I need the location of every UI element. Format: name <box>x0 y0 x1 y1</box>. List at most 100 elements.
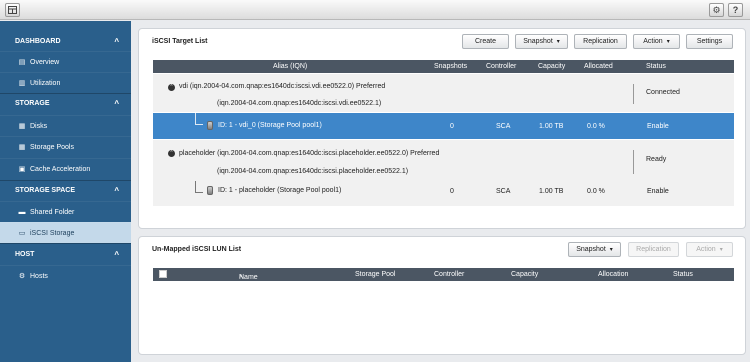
sidebar-item-label: Shared Folder <box>30 209 75 216</box>
lun-controller: SCA <box>496 123 511 130</box>
sidebar-item-iscsi-storage[interactable]: ▭ iSCSI Storage <box>0 222 131 243</box>
target-row[interactable]: ⌃ vdi (iqn.2004-04.com.qnap:es1640dc:isc… <box>153 74 734 112</box>
section-dashboard[interactable]: DASHBOARD ^ <box>0 33 131 51</box>
col-storage-pool[interactable]: Storage Pool <box>355 271 395 278</box>
lun-controller: SCA <box>496 188 511 195</box>
status-divider <box>633 150 634 174</box>
target-alias: placeholder (iqn.2004-04.com.qnap:es1640… <box>179 150 440 157</box>
target-alias: vdi (iqn.2004-04.com.qnap:es1640dc:iscsi… <box>179 83 386 90</box>
sidebar-item-label: Disks <box>30 123 48 130</box>
section-host[interactable]: HOST ^ <box>0 246 131 264</box>
settings-button[interactable]: Settings <box>686 34 733 49</box>
pools-icon: ▦ <box>18 144 26 151</box>
section-label: STORAGE <box>15 100 50 107</box>
disk-icon <box>207 186 213 195</box>
lun-snapshots: 0 <box>450 123 454 130</box>
lun-status: Enable <box>647 123 669 130</box>
divider <box>0 180 131 181</box>
lun-id: ID: 1 - vdi_0 (Storage Pool pool1) <box>218 122 322 129</box>
chevron-up-icon[interactable]: ^ <box>114 33 119 51</box>
chevron-down-icon: ▾ <box>719 247 723 253</box>
col-status[interactable]: Status <box>673 271 693 278</box>
sidebar: DASHBOARD ^ ▤ Overview ▥ Utilization STORAG… <box>0 21 131 362</box>
lun-allocated: 0.0 % <box>587 188 605 195</box>
lun-snapshots: 0 <box>450 188 454 195</box>
sidebar-item-storage-pools[interactable]: ▦ Storage Pools <box>0 136 131 157</box>
tree-connector <box>195 113 203 125</box>
target-iqn-secondary: (iqn.2004-04.com.qnap:es1640dc:iscsi.vdi… <box>217 100 382 107</box>
col-allocation[interactable]: Allocation <box>598 271 628 278</box>
sidebar-item-label: Overview <box>30 59 60 66</box>
target-iqn-secondary: (iqn.2004-04.com.qnap:es1640dc:iscsi.pla… <box>217 168 409 175</box>
chevron-down-icon: ▾ <box>556 39 560 45</box>
sidebar-item-utilization[interactable]: ▥ Utilization <box>0 72 131 93</box>
col-alias[interactable]: Alias (IQN) <box>273 63 307 70</box>
overview-icon: ▤ <box>18 59 26 66</box>
action-dropdown[interactable]: Action ▾ <box>633 34 680 49</box>
lun-capacity: 1.00 TB <box>539 188 564 195</box>
snapshot-dropdown[interactable]: Snapshot ▾ <box>515 34 568 49</box>
col-controller[interactable]: Controller <box>486 63 516 70</box>
button-label: Action <box>696 246 716 253</box>
snapshot-dropdown[interactable]: Snapshot ▾ <box>568 242 621 257</box>
col-capacity[interactable]: Capacity <box>538 63 565 70</box>
col-snapshots[interactable]: Snapshots <box>434 63 467 70</box>
create-button[interactable]: Create <box>462 34 509 49</box>
collapse-icon[interactable]: ⌃ <box>168 150 175 157</box>
grid-icon[interactable] <box>5 3 20 17</box>
panel-title: iSCSI Target List <box>152 38 208 45</box>
target-status: Connected <box>646 89 680 96</box>
sidebar-item-shared-folder[interactable]: ▬ Shared Folder <box>0 201 131 222</box>
col-allocated[interactable]: Allocated <box>584 63 613 70</box>
help-button[interactable]: ? <box>728 3 743 17</box>
col-status[interactable]: Status <box>646 63 666 70</box>
target-status: Ready <box>646 156 667 163</box>
replication-button[interactable]: Replication <box>574 34 627 49</box>
chevron-up-icon[interactable]: ^ <box>114 182 119 200</box>
button-label: Snapshot <box>523 38 553 45</box>
sidebar-item-label: Cache Acceleration <box>30 166 91 173</box>
sidebar-item-hosts[interactable]: ⚙ Hosts <box>0 265 131 286</box>
sidebar-item-overview[interactable]: ▤ Overview <box>0 51 131 72</box>
panel-title: Un-Mapped iSCSI LUN List <box>152 246 242 253</box>
section-label: STORAGE SPACE <box>15 187 76 194</box>
sidebar-item-label: iSCSI Storage <box>30 230 75 237</box>
gear-icon[interactable]: ⚙ <box>709 3 724 17</box>
section-label: HOST <box>15 251 35 258</box>
section-label: DASHBOARD <box>15 38 61 45</box>
status-divider <box>633 84 634 104</box>
chart-icon: ▥ <box>18 80 26 87</box>
folder-icon: ▬ <box>18 209 26 216</box>
replication-button[interactable]: Replication <box>628 242 679 257</box>
chevron-up-icon[interactable]: ^ <box>114 95 119 113</box>
divider <box>0 243 131 244</box>
lun-capacity: 1.00 TB <box>539 123 564 130</box>
top-bar: ⚙ ? <box>0 0 750 20</box>
lun-id: ID: 1 - placeholder (Storage Pool pool1) <box>218 187 342 194</box>
divider <box>0 93 131 94</box>
chevron-down-icon: ▾ <box>666 39 670 45</box>
col-capacity[interactable]: Capacity <box>511 271 538 278</box>
chevron-down-icon: ▾ <box>609 247 613 253</box>
button-label: Snapshot <box>576 246 606 253</box>
sidebar-item-disks[interactable]: ▦ Disks <box>0 115 131 136</box>
sort-asc-icon: ˄ <box>239 274 244 281</box>
disk-icon <box>207 121 213 130</box>
select-all-checkbox[interactable] <box>159 270 167 278</box>
section-storage-space[interactable]: STORAGE SPACE ^ <box>0 182 131 200</box>
sidebar-item-label: Storage Pools <box>30 144 74 151</box>
target-row[interactable]: ⌃ placeholder (iqn.2004-04.com.qnap:es16… <box>153 140 734 206</box>
disks-icon: ▦ <box>18 123 26 130</box>
section-storage[interactable]: STORAGE ^ <box>0 95 131 113</box>
col-controller[interactable]: Controller <box>434 271 464 278</box>
collapse-icon[interactable]: ⌃ <box>168 84 175 91</box>
chevron-up-icon[interactable]: ^ <box>114 246 119 264</box>
lun-row-selected[interactable]: ID: 1 - vdi_0 (Storage Pool pool1) 0 SCA… <box>153 113 734 139</box>
tree-connector <box>195 181 203 193</box>
gear-icon: ⚙ <box>18 273 26 280</box>
button-label: Action <box>643 38 663 45</box>
sidebar-item-cache-acceleration[interactable]: ▣ Cache Acceleration <box>0 158 131 179</box>
action-dropdown[interactable]: Action ▾ <box>686 242 733 257</box>
unmapped-lun-panel: Un-Mapped iSCSI LUN List Snapshot ▾ Repli… <box>138 236 746 355</box>
cache-icon: ▣ <box>18 166 26 173</box>
